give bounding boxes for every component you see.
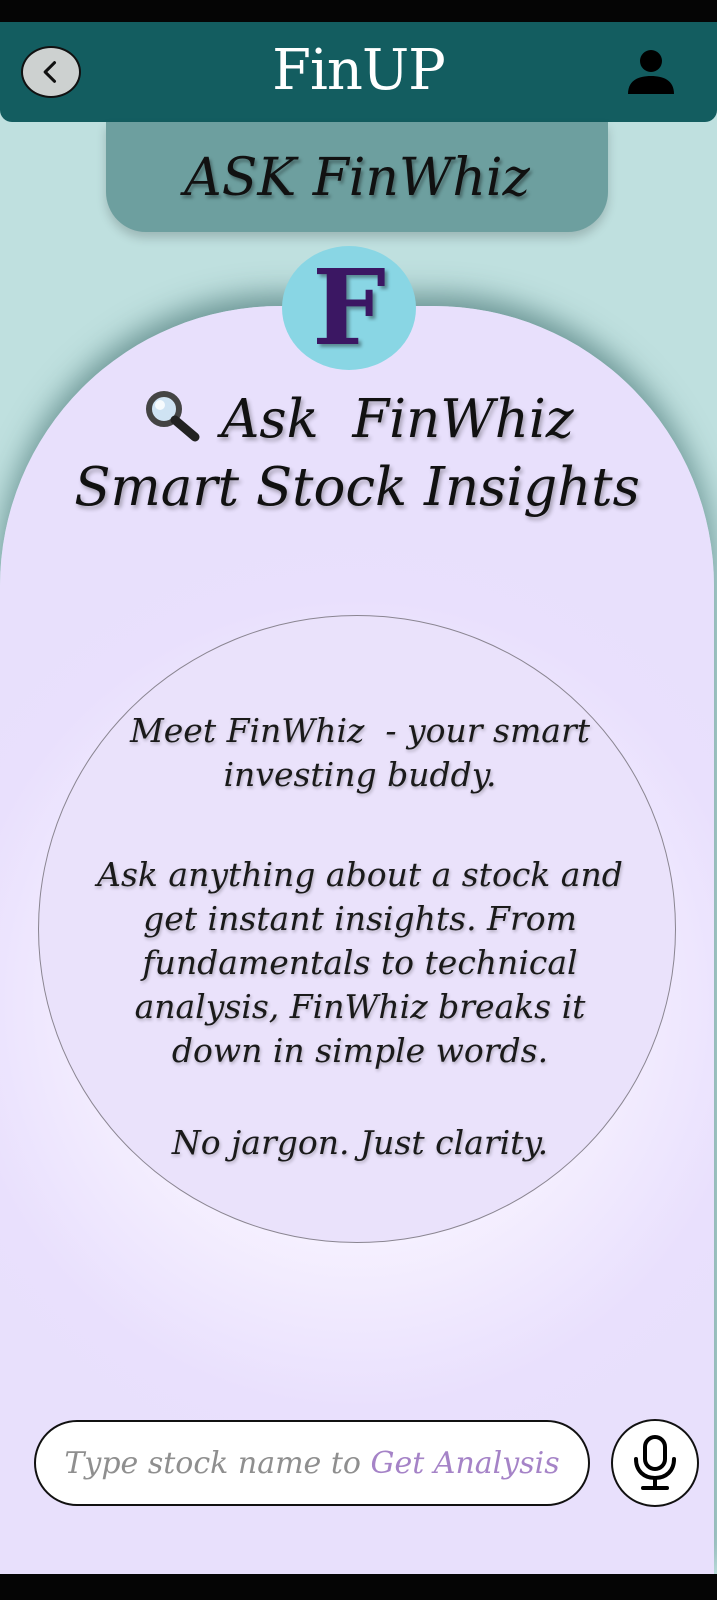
- ask-finwhiz-tab: ASK FinWhiz: [106, 122, 608, 232]
- navigation-bar: [0, 1574, 717, 1600]
- logo-letter: F: [312, 246, 386, 369]
- app-bar: FinUP: [0, 22, 717, 122]
- info-intro-line1: Meet FinWhiz - your smart: [129, 711, 590, 750]
- info-body-line3: fundamentals to technical: [142, 943, 578, 982]
- voice-input-button[interactable]: [611, 1419, 699, 1507]
- person-icon: [628, 50, 674, 94]
- magnifier-icon: [140, 387, 204, 443]
- finwhiz-logo: F: [282, 246, 416, 370]
- info-tagline: No jargon. Just clarity.: [171, 1123, 549, 1162]
- headline-line2: Smart Stock Insights: [74, 457, 640, 518]
- headline-line1: Ask FinWhiz: [221, 389, 574, 450]
- info-body-line2: get instant insights. From: [143, 899, 577, 938]
- search-placeholder-prefix: Type stock name to: [64, 1445, 371, 1481]
- search-placeholder-highlight: Get Analysis: [370, 1445, 560, 1481]
- status-bar: [0, 0, 717, 22]
- info-body: Ask anything about a stock and get insta…: [80, 853, 640, 1073]
- info-intro-line2: investing buddy.: [223, 755, 497, 794]
- microphone-icon: [634, 1435, 676, 1490]
- headline: Ask FinWhiz Smart Stock Insights: [0, 386, 714, 522]
- ask-finwhiz-title: ASK FinWhiz: [184, 148, 530, 208]
- info-body-line4: analysis, FinWhiz breaks it: [134, 987, 586, 1026]
- info-body-line1: Ask anything about a stock and: [97, 855, 623, 894]
- profile-button[interactable]: [625, 46, 677, 98]
- info-body-line5: down in simple words.: [171, 1031, 549, 1070]
- app-title: FinUP: [272, 38, 446, 103]
- stock-search-input[interactable]: Type stock name to Get Analysis: [34, 1420, 590, 1506]
- info-intro: Meet FinWhiz - your smart investing budd…: [80, 709, 640, 797]
